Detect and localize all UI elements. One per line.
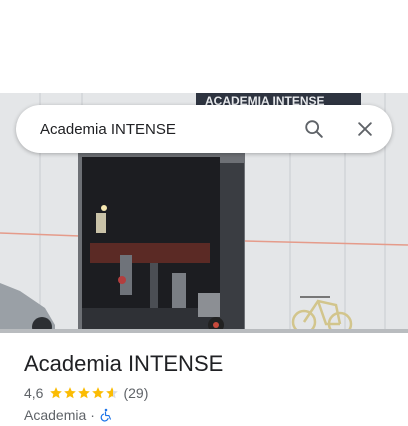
star-icon	[106, 387, 119, 399]
rating-value: 4,6	[24, 385, 44, 401]
place-category: Academia	[24, 407, 87, 423]
search-input[interactable]	[16, 105, 294, 153]
search-bar	[16, 105, 392, 153]
search-button[interactable]	[294, 109, 334, 149]
close-icon	[358, 122, 372, 136]
category-row: Academia ·	[24, 406, 392, 424]
review-count[interactable]: (29)	[123, 385, 148, 401]
rating-row[interactable]: 4,6 (29)	[24, 384, 392, 402]
close-button[interactable]	[345, 109, 385, 149]
search-icon	[305, 120, 323, 138]
star-icon	[64, 387, 77, 399]
place-info: Academia INTENSE 4,6 (29) Academia ·	[24, 350, 392, 424]
separator: ·	[90, 407, 95, 423]
star-icon	[50, 387, 63, 399]
wheelchair-icon	[100, 408, 111, 422]
star-icon	[78, 387, 91, 399]
rating-stars	[49, 386, 119, 400]
place-title[interactable]: Academia INTENSE	[24, 350, 392, 378]
star-icon	[92, 387, 105, 399]
